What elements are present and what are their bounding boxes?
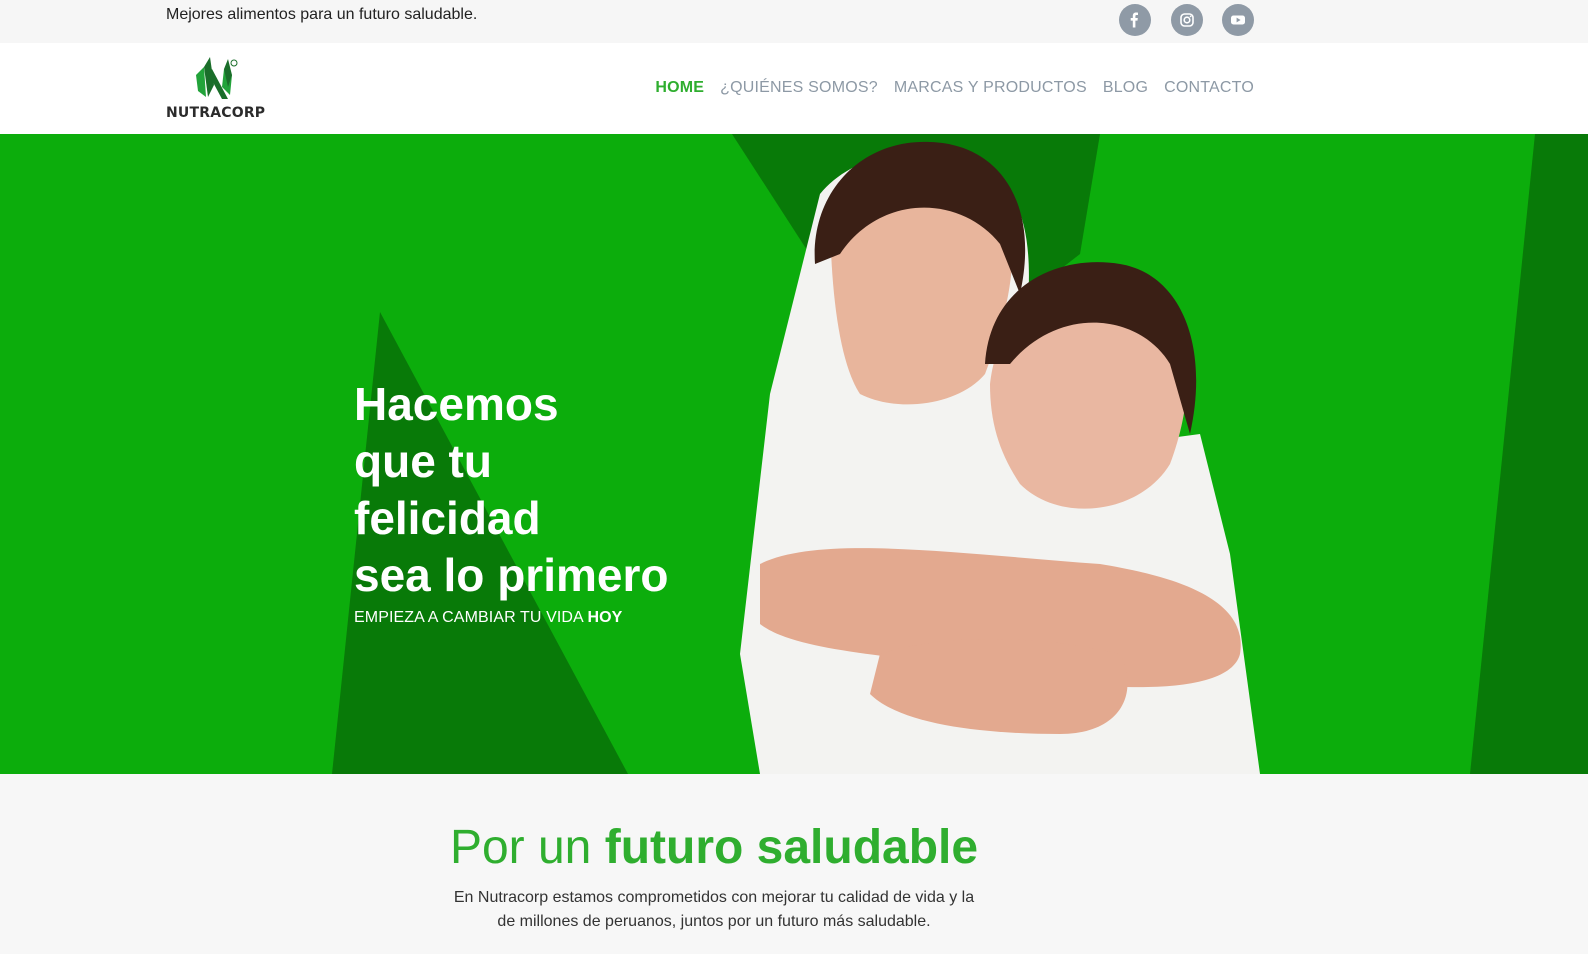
nav-marcas-productos[interactable]: MARCAS Y PRODUCTOS bbox=[894, 79, 1087, 97]
hero-title-line: felicidad bbox=[354, 492, 541, 544]
section-title-prefix: Por un bbox=[449, 821, 605, 874]
hero-title-line: Hacemos bbox=[354, 378, 559, 430]
hero-subtitle: EMPIEZA A CAMBIAR TU VIDA HOY bbox=[354, 609, 622, 627]
hero-title-line: sea lo primero bbox=[354, 549, 669, 601]
hero-subtitle-bold: HOY bbox=[587, 609, 623, 626]
tagline: Mejores alimentos para un futuro saludab… bbox=[166, 6, 478, 23]
nav-blog[interactable]: BLOG bbox=[1103, 79, 1148, 97]
site-header: NUTRACORP HOME ¿QUIÉNES SOMOS? MARCAS Y … bbox=[0, 43, 1588, 134]
section-title-bold: futuro saludable bbox=[604, 821, 979, 874]
hero-banner: Hacemos que tu felicidad sea lo primero … bbox=[0, 134, 1588, 774]
nav-quienes-somos[interactable]: ¿QUIÉNES SOMOS? bbox=[720, 79, 878, 97]
section-title: Por un futuro saludable bbox=[0, 820, 1428, 875]
hero-title: Hacemos que tu felicidad sea lo primero bbox=[354, 376, 774, 604]
hero-subtitle-prefix: EMPIEZA A CAMBIAR TU VIDA bbox=[354, 609, 588, 626]
hero-photo bbox=[740, 141, 1260, 774]
hero-title-line: que tu bbox=[354, 435, 492, 487]
nav-contacto[interactable]: CONTACTO bbox=[1164, 79, 1254, 97]
top-bar: Mejores alimentos para un futuro saludab… bbox=[0, 0, 1588, 43]
main-nav: HOME ¿QUIÉNES SOMOS? MARCAS Y PRODUCTOS … bbox=[655, 79, 1254, 97]
section-description: En Nutracorp estamos comprometidos con m… bbox=[453, 889, 975, 930]
logo-text: NUTRACORP bbox=[166, 105, 266, 121]
facebook-icon[interactable] bbox=[1119, 4, 1151, 36]
hero-background bbox=[332, 134, 1588, 774]
nav-home[interactable]: HOME bbox=[655, 79, 704, 97]
nutracorp-logo[interactable]: NUTRACORP bbox=[166, 55, 266, 123]
youtube-icon[interactable] bbox=[1222, 4, 1254, 36]
instagram-icon[interactable] bbox=[1171, 4, 1203, 36]
logo-mark-icon bbox=[196, 57, 238, 99]
